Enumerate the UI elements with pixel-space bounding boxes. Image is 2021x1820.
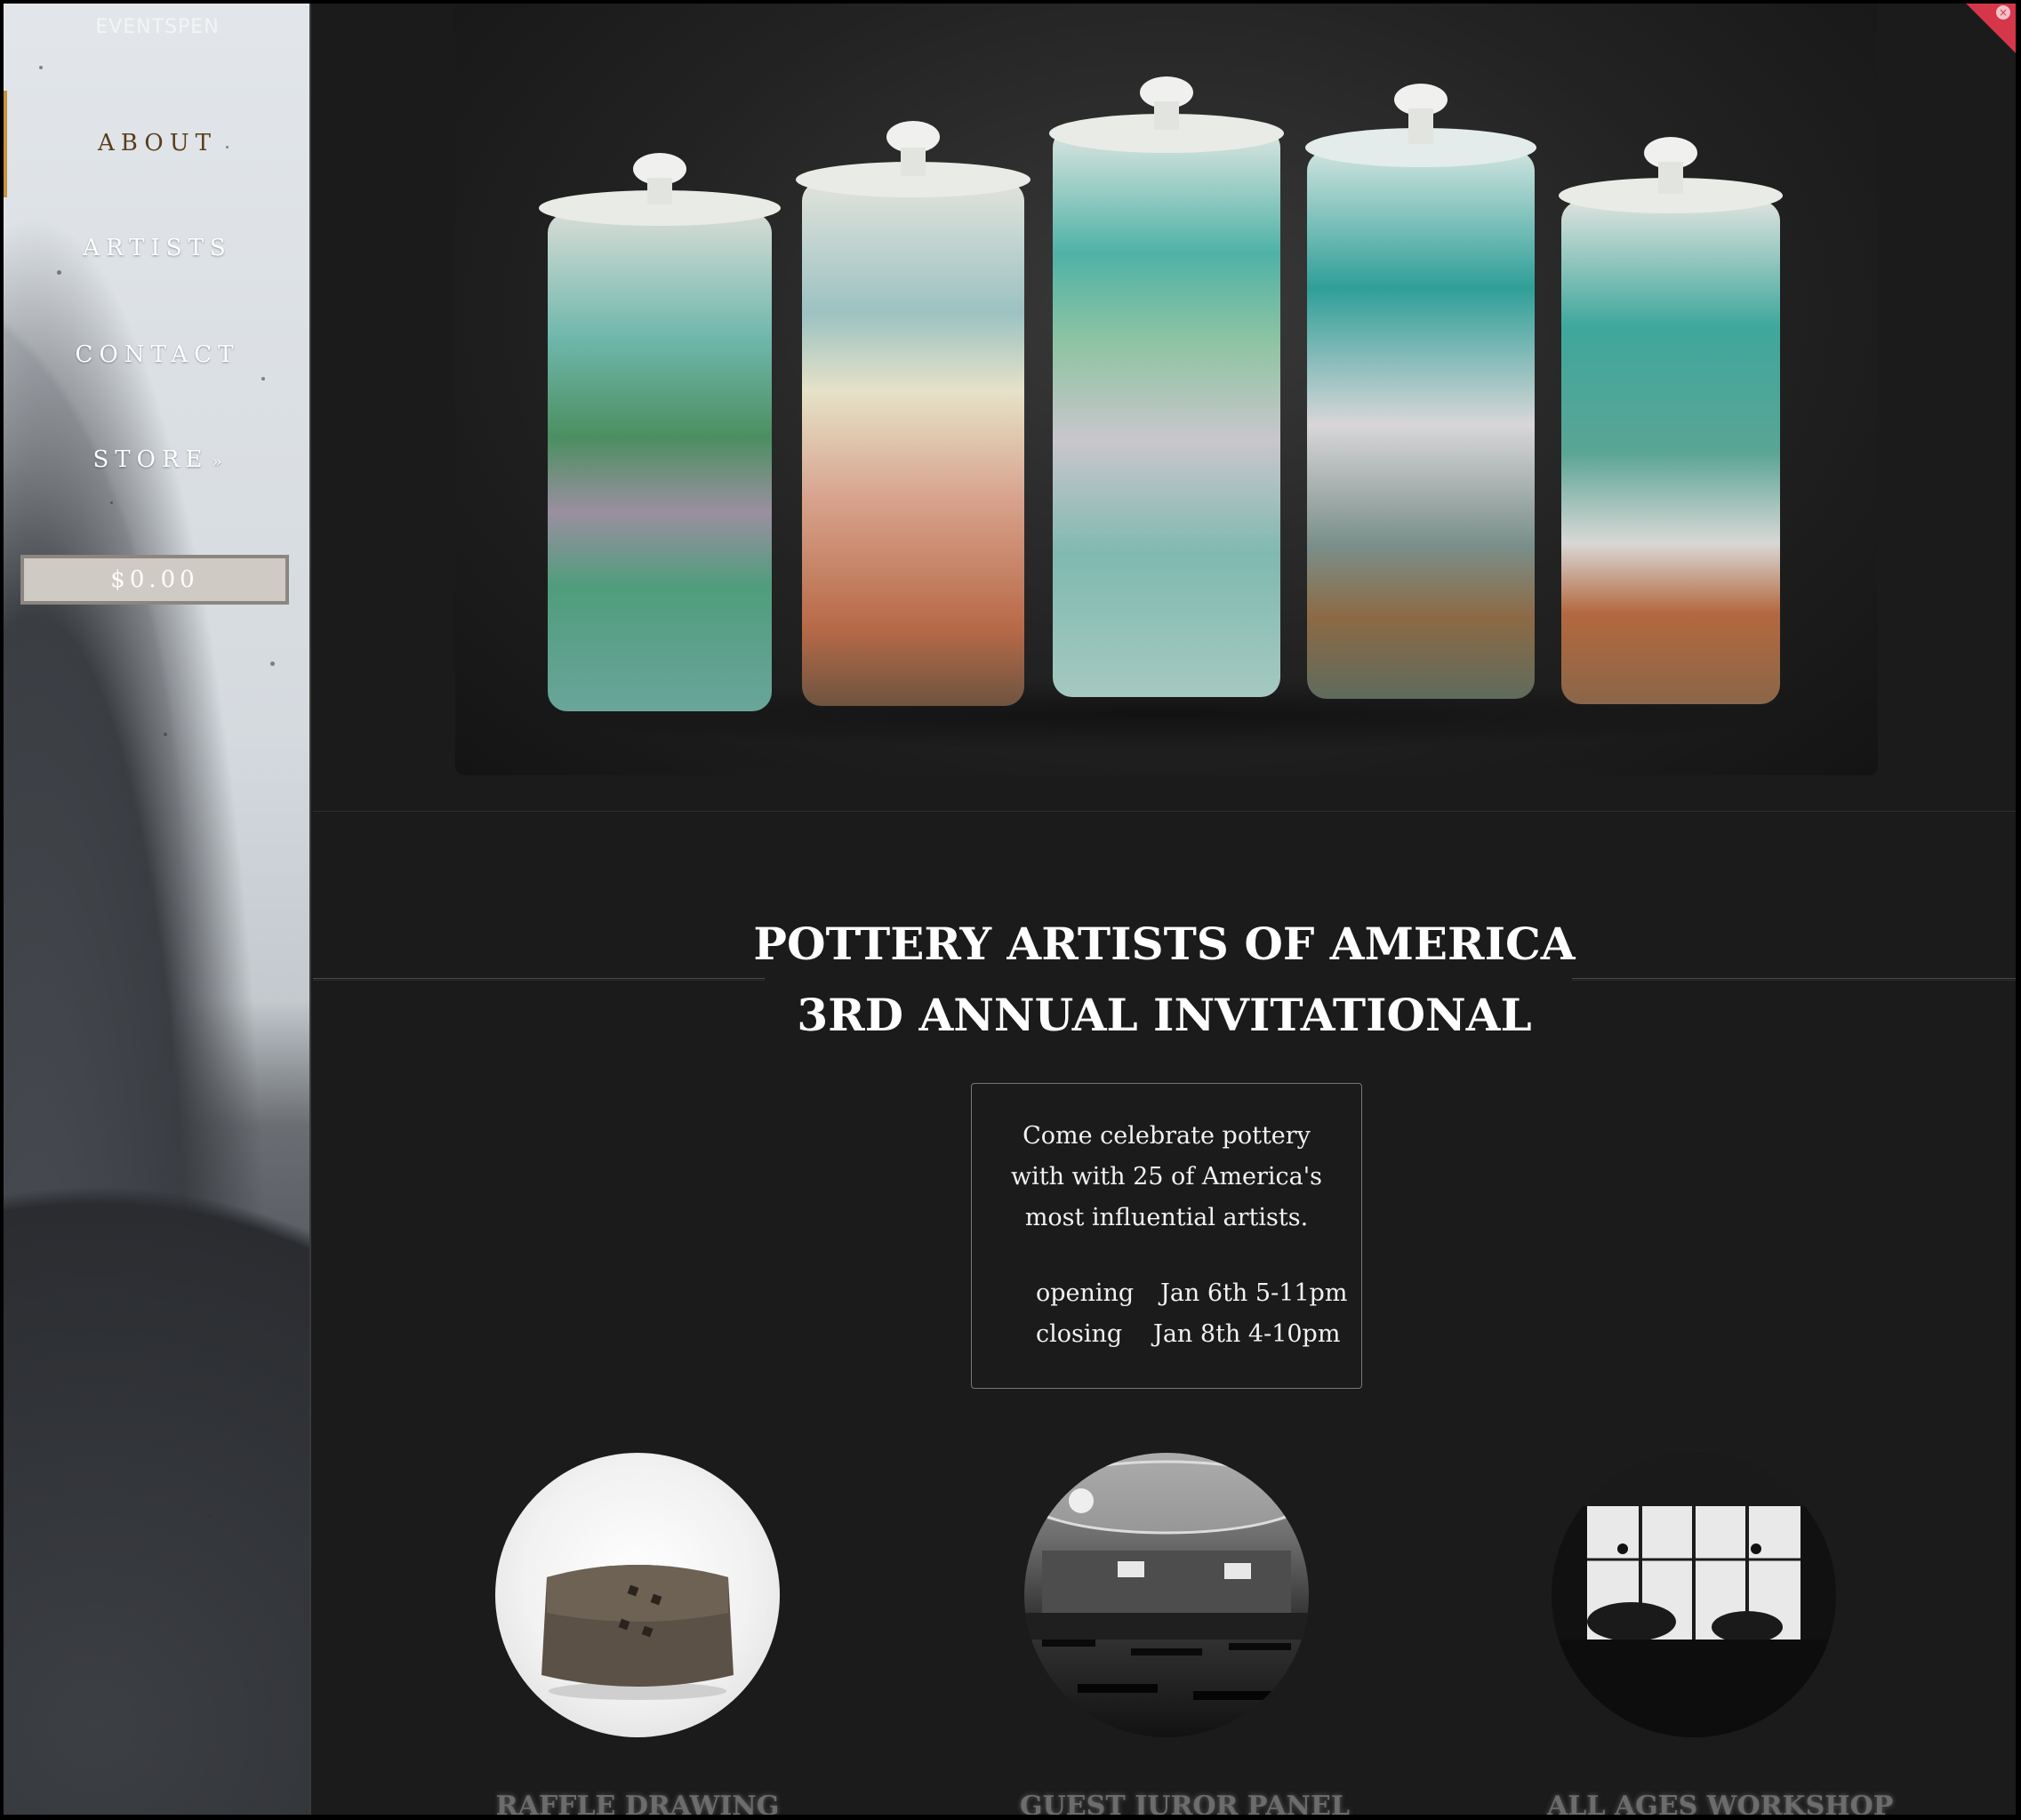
texture-speck [39, 66, 43, 69]
event-description-line1: Come celebrate pottery [1023, 1122, 1311, 1150]
nav-artists[interactable]: ARTISTS [4, 235, 311, 261]
all-ages-workshop-label: ALL AGES WORKSHOP [1547, 1791, 1894, 1815]
chevron-down-icon: » [212, 453, 222, 471]
event-info-box: Come celebrate pottery with with 25 of A… [971, 1083, 1362, 1389]
texture-speck [164, 733, 167, 736]
opening-label: opening [1036, 1279, 1135, 1307]
event-title-line2: 3RD ANNUAL INVITATIONAL [797, 989, 1532, 1041]
texture-speck [57, 270, 61, 275]
guest-juror-panel-label: GUEST JUROR PANEL [1020, 1791, 1350, 1815]
section-divider [313, 811, 2016, 812]
close-icon[interactable]: × [1996, 5, 2010, 20]
nav-contact[interactable]: CONTACT [4, 341, 311, 368]
event-title-line1: POTTERY ARTISTS OF AMERICA [753, 918, 1576, 970]
texture-speck [208, 1515, 212, 1519]
raffle-drawing-label: RAFFLE DRAWING [495, 1791, 780, 1815]
dining-hall-illustration [1024, 1453, 1309, 1700]
texture-speck [270, 661, 275, 666]
feature-all-ages-workshop[interactable]: ALL AGES WORKSHOP [1547, 1453, 1894, 1815]
ceramic-jars-illustration [526, 76, 1807, 750]
workshop-room-illustration [1552, 1453, 1836, 1737]
hero-image [455, 4, 1878, 775]
raffle-drawing-image [495, 1453, 780, 1737]
nav-store-label: STORE [92, 446, 209, 473]
pottery-piece-illustration [541, 1565, 734, 1700]
closing-value: Jan 8th 4-10pm [1153, 1320, 1341, 1348]
feature-raffle-drawing[interactable]: RAFFLE DRAWING [491, 1453, 784, 1815]
texture-speck [110, 501, 113, 504]
event-title: POTTERY ARTISTS OF AMERICA 3RD ANNUAL IN… [313, 909, 2016, 1051]
corner-badge[interactable]: × [1966, 4, 2016, 53]
event-description: Come celebrate pottery with with 25 of A… [972, 1116, 1361, 1239]
all-ages-workshop-image [1552, 1453, 1836, 1737]
closing-label: closing [1036, 1320, 1123, 1348]
brand-logo[interactable]: EVENTSPEN [4, 16, 311, 38]
nav-store[interactable]: STORE» [4, 446, 311, 473]
nav-about[interactable]: ABOUT [4, 130, 311, 156]
guest-juror-panel-image [1024, 1453, 1309, 1737]
feature-guest-juror-panel[interactable]: GUEST JUROR PANEL [1020, 1453, 1350, 1815]
sidebar: EVENTSPEN ABOUT ARTISTS CONTACT STORE» $… [4, 4, 311, 1815]
main-content: POTTERY ARTISTS OF AMERICA 3RD ANNUAL IN… [313, 4, 2016, 1815]
event-description-line2: with with 25 of America's [1010, 1163, 1323, 1191]
page-frame: EVENTSPEN ABOUT ARTISTS CONTACT STORE» $… [4, 4, 2016, 1815]
opening-value: Jan 6th 5-11pm [1160, 1279, 1348, 1307]
cart-button[interactable]: $0.00 [20, 555, 289, 605]
event-description-line3: most influential artists. [1024, 1204, 1309, 1231]
texture-speck [261, 377, 265, 381]
